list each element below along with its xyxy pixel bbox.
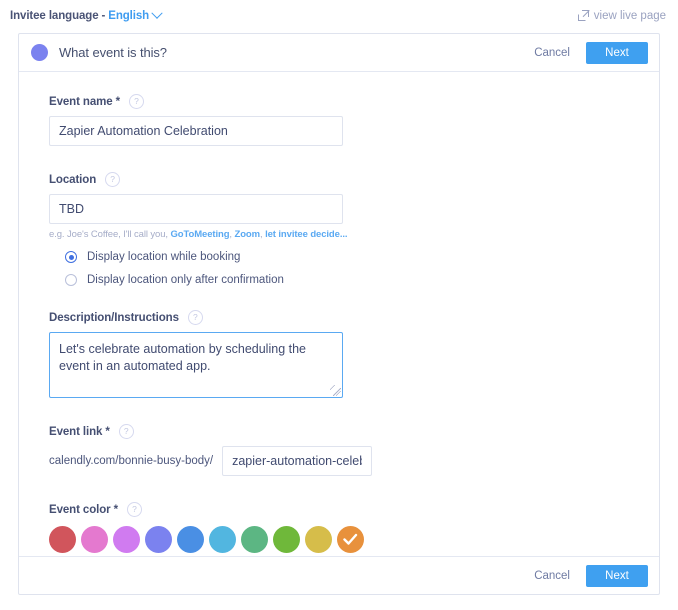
help-icon[interactable]: ?: [129, 94, 145, 109]
radio-label-while-booking: Display location while booking: [87, 251, 241, 263]
event-color-swatches: [49, 526, 629, 553]
color-swatch-4[interactable]: [177, 526, 204, 553]
help-icon[interactable]: ?: [127, 502, 142, 517]
radio-icon-selected[interactable]: [65, 251, 77, 263]
color-swatch-8[interactable]: [305, 526, 332, 553]
location-label-row: Location ?: [49, 172, 629, 187]
event-name-label-row: Event name * ?: [49, 94, 629, 109]
description-label-row: Description/Instructions ?: [49, 310, 629, 325]
location-label: Location: [49, 173, 97, 186]
next-button-footer[interactable]: Next: [586, 564, 648, 587]
next-button-header[interactable]: Next: [586, 41, 648, 64]
color-swatch-1[interactable]: [81, 526, 108, 553]
card-body: Event name * ? Location ? e.g. Joe's Cof…: [19, 72, 659, 556]
event-name-field: Event name * ?: [49, 94, 629, 146]
check-icon: [343, 533, 358, 545]
description-text: Let's celebrate automation by scheduling…: [59, 342, 306, 373]
event-name-label: Event name *: [49, 95, 121, 108]
location-field: Location ? e.g. Joe's Coffee, I'll call …: [49, 172, 629, 286]
radio-icon-unselected[interactable]: [65, 274, 77, 286]
description-label: Description/Instructions: [49, 311, 179, 324]
invitee-language-separator: -: [101, 9, 106, 22]
location-hint-prefix: e.g. Joe's Coffee, I'll call you,: [49, 229, 171, 240]
color-swatch-6[interactable]: [241, 526, 268, 553]
invitee-language-control[interactable]: Invitee language - English: [10, 7, 163, 22]
event-link-label: Event link *: [49, 425, 110, 438]
event-link-slug-input[interactable]: [222, 446, 373, 476]
event-color-label-row: Event color * ?: [49, 502, 629, 517]
external-link-icon: [577, 10, 590, 21]
location-hint: e.g. Joe's Coffee, I'll call you, GoToMe…: [49, 229, 629, 240]
color-swatch-5[interactable]: [209, 526, 236, 553]
radio-display-while-booking[interactable]: Display location while booking: [65, 251, 629, 263]
event-color-label: Event color *: [49, 503, 118, 516]
description-textarea[interactable]: Let's celebrate automation by scheduling…: [49, 332, 343, 398]
step-indicator-dot: [31, 44, 48, 61]
color-swatch-3[interactable]: [145, 526, 172, 553]
description-field: Description/Instructions ? Let's celebra…: [49, 310, 629, 398]
radio-label-after-confirmation: Display location only after confirmation: [87, 274, 284, 286]
event-name-input[interactable]: [49, 116, 343, 146]
help-icon[interactable]: ?: [187, 310, 203, 325]
invitee-language-label: Invitee language: [10, 9, 99, 22]
radio-display-after-confirmation[interactable]: Display location only after confirmation: [65, 274, 629, 286]
color-swatch-7[interactable]: [273, 526, 300, 553]
invitee-language-value[interactable]: English: [108, 10, 149, 22]
cancel-button-header[interactable]: Cancel: [526, 43, 578, 63]
color-swatch-9[interactable]: [337, 526, 364, 553]
page-title: What event is this?: [59, 45, 167, 60]
hint-link-zoom[interactable]: Zoom: [235, 229, 261, 240]
resize-grip-icon[interactable]: [330, 385, 341, 396]
hint-link-let-invitee-decide[interactable]: let invitee decide...: [265, 229, 347, 240]
card-footer: Cancel Next: [19, 556, 659, 594]
event-link-prefix: calendly.com/bonnie-busy-body/: [49, 455, 214, 467]
card-header: What event is this? Cancel Next: [19, 34, 659, 72]
help-icon[interactable]: ?: [118, 424, 134, 439]
event-link-label-row: Event link * ?: [49, 424, 629, 439]
event-link-field: Event link * ? calendly.com/bonnie-busy-…: [49, 424, 629, 476]
top-bar: Invitee language - English view live pag…: [0, 0, 678, 31]
cancel-button-footer[interactable]: Cancel: [526, 566, 578, 586]
color-swatch-0[interactable]: [49, 526, 76, 553]
view-live-page-link[interactable]: view live page: [577, 9, 666, 22]
help-icon[interactable]: ?: [105, 172, 121, 187]
color-swatch-2[interactable]: [113, 526, 140, 553]
location-input[interactable]: [49, 194, 343, 224]
event-type-card: What event is this? Cancel Next Event na…: [18, 33, 660, 595]
chevron-down-icon[interactable]: [151, 7, 163, 19]
event-link-row: calendly.com/bonnie-busy-body/: [49, 446, 629, 476]
event-color-field: Event color * ?: [49, 502, 629, 553]
view-live-page-label: view live page: [593, 9, 666, 22]
hint-link-gotomeeting[interactable]: GoToMeeting: [171, 229, 230, 240]
